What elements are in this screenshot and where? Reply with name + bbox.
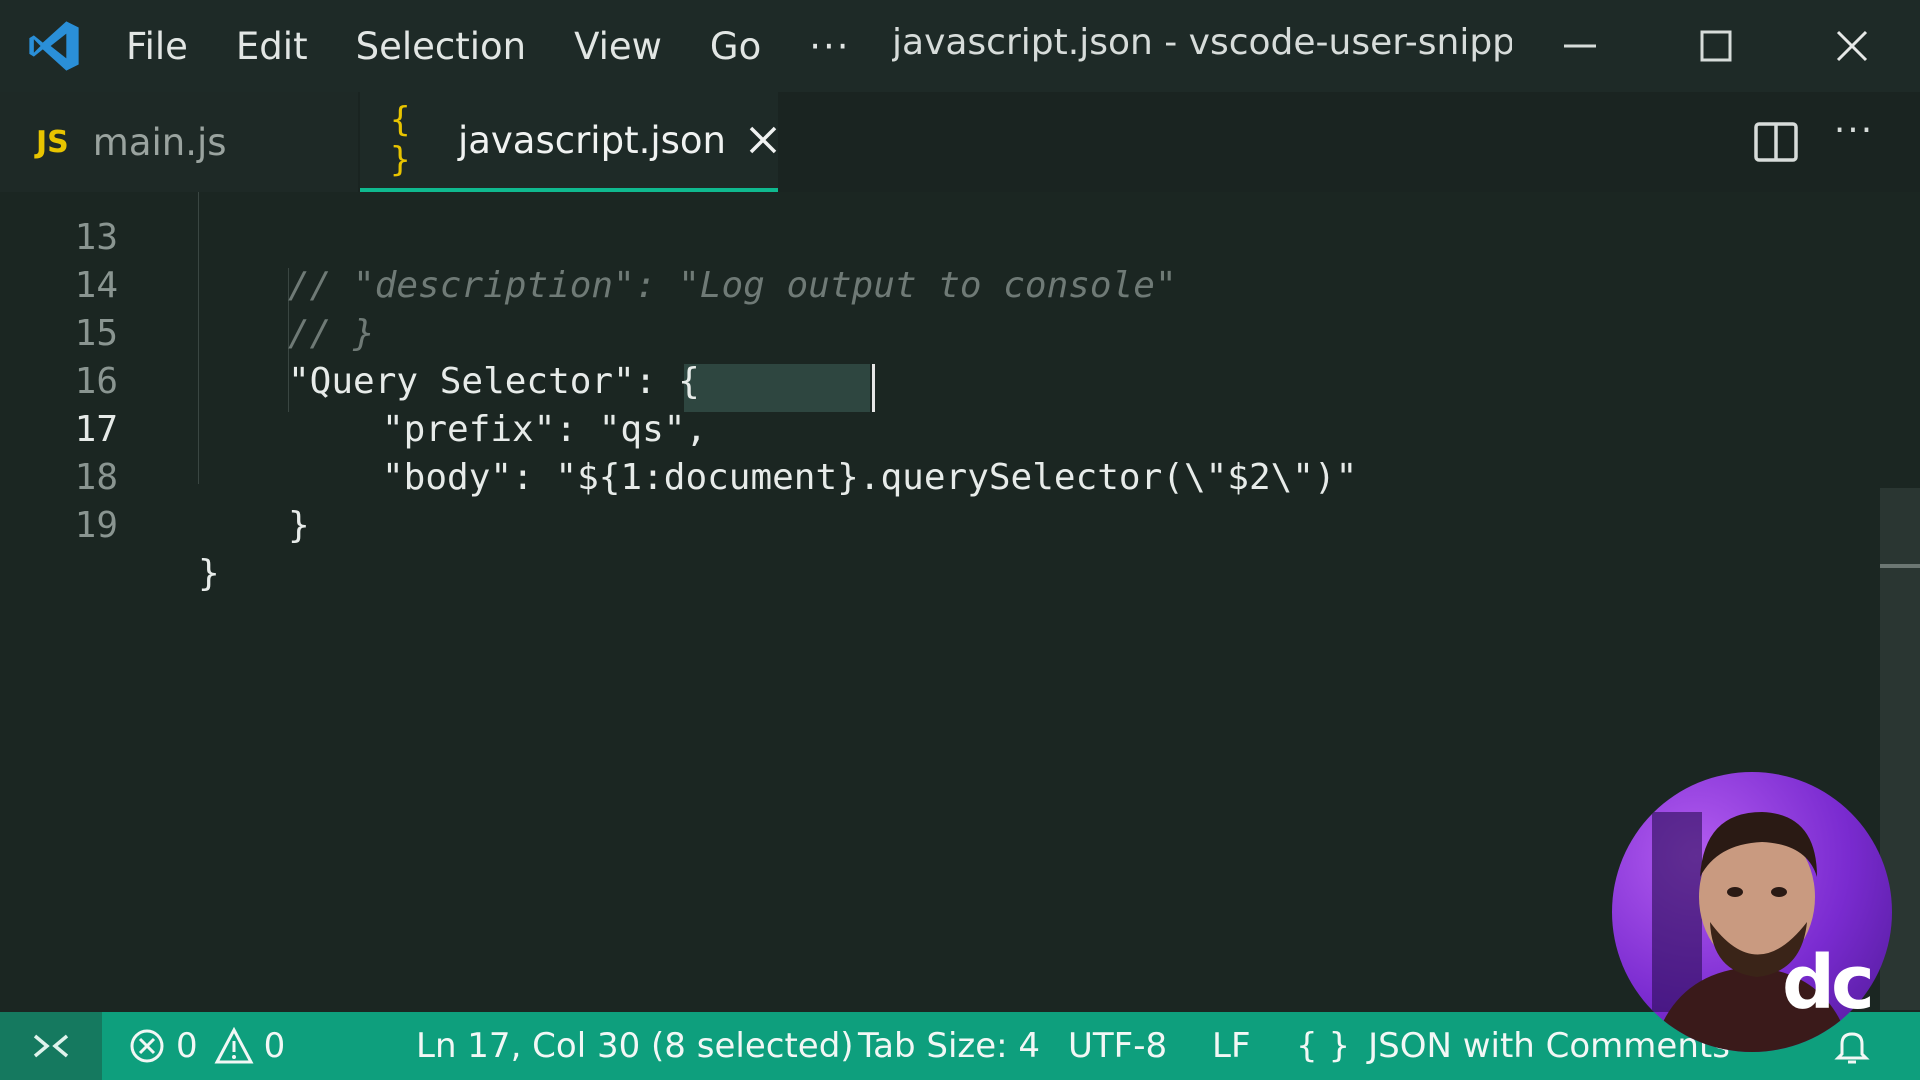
tab-main-js[interactable]: JS main.js bbox=[0, 92, 358, 192]
menu-go[interactable]: Go bbox=[710, 25, 761, 68]
tab-close-icon bbox=[749, 126, 777, 154]
code-line-active: 17 "body": "${1:document}.querySelector(… bbox=[0, 358, 1880, 498]
line-text: } bbox=[288, 505, 310, 546]
split-editor-icon[interactable] bbox=[1752, 118, 1800, 166]
braces-icon: { } bbox=[1296, 1026, 1351, 1066]
editor-more-actions-button[interactable]: ··· bbox=[1826, 110, 1882, 166]
tab-size[interactable]: Tab Size: 4 bbox=[858, 1012, 1040, 1080]
tab-bar: JS main.js { } javascript.json ··· bbox=[0, 92, 1920, 192]
error-icon bbox=[130, 1029, 164, 1063]
menu-edit[interactable]: Edit bbox=[236, 25, 308, 68]
window-close-button[interactable] bbox=[1822, 18, 1882, 74]
channel-logo: dc bbox=[1782, 940, 1875, 1026]
menu-more-button[interactable]: ··· bbox=[809, 25, 850, 68]
error-count: 0 bbox=[176, 1026, 198, 1066]
status-bar: 0 0 Ln 17, Col 30 (8 selected) Tab Size:… bbox=[0, 1012, 1920, 1080]
code-line: 14 // } bbox=[0, 214, 1880, 354]
code-line: 16 "prefix": "qs", bbox=[0, 310, 1880, 450]
vscode-logo-icon bbox=[29, 21, 79, 71]
menu-selection[interactable]: Selection bbox=[356, 25, 527, 68]
code-line: 19 } bbox=[0, 454, 1880, 594]
code-line: 13 // "description": "Log output to cons… bbox=[0, 192, 1880, 306]
problems-indicator[interactable]: 0 0 bbox=[128, 1012, 285, 1080]
cursor-position[interactable]: Ln 17, Col 30 (8 selected) bbox=[416, 1012, 854, 1080]
remote-window-button[interactable] bbox=[0, 1012, 102, 1080]
maximize-button[interactable] bbox=[1686, 18, 1746, 74]
maximize-icon bbox=[1700, 30, 1732, 62]
language-label: JSON with Comments bbox=[1368, 1026, 1730, 1066]
json-file-icon: { } bbox=[390, 100, 411, 180]
warning-count: 0 bbox=[263, 1026, 286, 1066]
line-number: 19 bbox=[74, 505, 118, 546]
remote-icon bbox=[33, 1034, 69, 1058]
tab-close-button[interactable] bbox=[748, 120, 778, 160]
end-of-line[interactable]: LF bbox=[1212, 1012, 1251, 1080]
line-text: } bbox=[198, 553, 220, 594]
warning-icon bbox=[214, 1027, 254, 1064]
file-encoding[interactable]: UTF-8 bbox=[1068, 1012, 1167, 1080]
minimize-button[interactable] bbox=[1550, 18, 1610, 74]
menu-view[interactable]: View bbox=[574, 25, 662, 68]
tab-label: main.js bbox=[92, 120, 227, 164]
tab-label: javascript.json bbox=[457, 118, 726, 162]
tab-javascript-json[interactable]: { } javascript.json bbox=[360, 92, 778, 192]
js-file-icon: JS bbox=[36, 124, 69, 160]
close-icon bbox=[1836, 30, 1868, 62]
menu-file[interactable]: File bbox=[126, 25, 188, 68]
window-title: javascript.json - vscode-user-snippet... bbox=[892, 22, 1512, 63]
code-line: 18 } bbox=[0, 406, 1880, 546]
bell-icon bbox=[1834, 1032, 1870, 1064]
code-line: 15 "Query Selector": { bbox=[0, 262, 1880, 402]
scrollbar-cursor-marker bbox=[1880, 564, 1920, 568]
title-bar: File Edit Selection View Go ··· javascri… bbox=[0, 0, 1920, 92]
minimize-icon bbox=[1564, 44, 1596, 48]
